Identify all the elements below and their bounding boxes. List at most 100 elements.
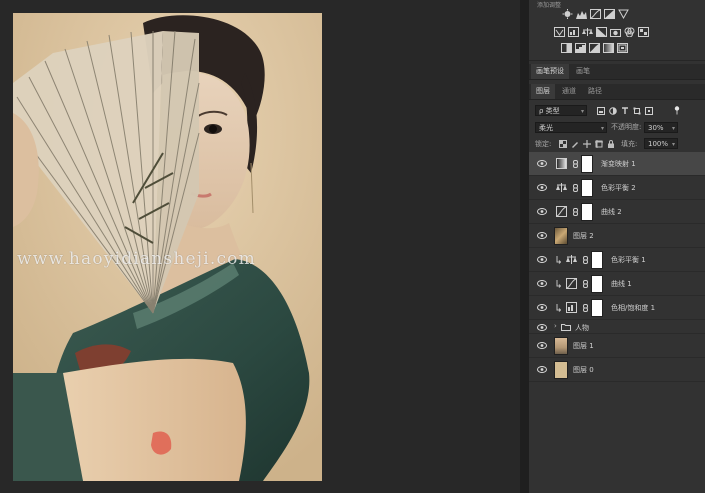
blend-row: 柔光 ▾ 不透明度: 30% ▾ xyxy=(529,121,705,135)
filter-pixel-icon[interactable] xyxy=(597,107,605,115)
opacity-label: 不透明度: xyxy=(611,123,642,131)
link-icon[interactable] xyxy=(583,304,588,312)
posterize-icon[interactable] xyxy=(575,43,586,53)
eye-icon[interactable] xyxy=(537,324,547,331)
adjustments-title: 添加调整 xyxy=(537,2,562,9)
opacity-input[interactable]: 30% ▾ xyxy=(644,122,678,133)
adjustments-row-1 xyxy=(529,9,705,23)
watermark-text: www.haoyidiansheji.com xyxy=(17,249,256,269)
blend-mode-select[interactable]: 柔光 ▾ xyxy=(535,122,607,133)
layer-mask-thumbnail[interactable] xyxy=(581,203,593,221)
chevron-down-icon: ▾ xyxy=(671,125,675,132)
layer-group-row[interactable]: › 人物 xyxy=(529,320,705,334)
layer-mask-thumbnail[interactable] xyxy=(591,299,603,317)
folder-icon xyxy=(561,324,571,331)
lock-artboard-icon[interactable] xyxy=(595,140,603,148)
clipping-arrow-icon xyxy=(556,280,561,288)
brightness-contrast-icon[interactable] xyxy=(562,9,573,19)
layers-tabbar: 图层 通道 路径 xyxy=(529,84,705,100)
layer-row-color-balance-1[interactable]: 色彩平衡 1 xyxy=(529,248,705,272)
layer-mask-thumbnail[interactable] xyxy=(591,275,603,293)
lock-all-icon[interactable] xyxy=(607,140,615,148)
canvas-area[interactable]: www.haoyidiansheji.com xyxy=(0,0,520,493)
lock-label: 锁定: xyxy=(535,140,552,148)
eye-icon[interactable] xyxy=(537,160,547,167)
eye-icon[interactable] xyxy=(537,304,547,311)
link-icon[interactable] xyxy=(573,160,578,168)
layer-mask-thumbnail[interactable] xyxy=(581,155,593,173)
panel-separator xyxy=(529,60,705,61)
layer-row-layer-1[interactable]: 图层 1 xyxy=(529,334,705,358)
triangle-down-icon[interactable] xyxy=(618,9,629,19)
layer-filter-select[interactable]: ρ 类型 ▾ xyxy=(535,105,587,116)
layer-thumbnail[interactable] xyxy=(554,361,568,379)
layer-row-curves-1[interactable]: 曲线 1 xyxy=(529,272,705,296)
panel-divider[interactable] xyxy=(520,0,529,493)
fill-value: 100% xyxy=(648,140,669,148)
exposure-icon[interactable] xyxy=(604,9,615,19)
layer-row-layer-0[interactable]: 图层 0 xyxy=(529,358,705,382)
eye-icon[interactable] xyxy=(537,366,547,373)
eye-icon[interactable] xyxy=(537,184,547,191)
filter-shape-icon[interactable] xyxy=(633,107,641,115)
layer-mask-thumbnail[interactable] xyxy=(591,251,603,269)
layer-thumbnail[interactable] xyxy=(554,227,568,245)
black-white-icon[interactable] xyxy=(596,27,607,37)
layer-row-hue-saturation-1[interactable]: 色相/饱和度 1 xyxy=(529,296,705,320)
levels-icon[interactable] xyxy=(576,9,587,19)
fill-input[interactable]: 100% ▾ xyxy=(644,138,678,149)
layers-empty-area[interactable] xyxy=(529,382,705,493)
layers-list: 渐变映射 1 色彩平衡 2 曲线 2 图层 2 色彩平衡 1 曲线 1 色相/饱… xyxy=(529,152,705,382)
filter-toggle-icon[interactable] xyxy=(673,106,680,115)
layer-row-color-balance-2[interactable]: 色彩平衡 2 xyxy=(529,176,705,200)
threshold-icon[interactable] xyxy=(589,43,600,53)
link-icon[interactable] xyxy=(573,184,578,192)
tab-brush[interactable]: 画笔 xyxy=(571,64,595,79)
eye-icon[interactable] xyxy=(537,342,547,349)
eye-icon[interactable] xyxy=(537,256,547,263)
channel-mixer-icon[interactable] xyxy=(624,27,635,37)
gradient-map-adjustment-icon xyxy=(556,158,567,169)
filter-adjustment-icon[interactable] xyxy=(609,107,617,115)
eye-icon[interactable] xyxy=(537,280,547,287)
layer-name: 色彩平衡 2 xyxy=(601,184,636,192)
layer-row-curves-2[interactable]: 曲线 2 xyxy=(529,200,705,224)
layer-name: 图层 0 xyxy=(573,366,594,374)
document-image[interactable]: www.haoyidiansheji.com xyxy=(13,13,322,481)
color-balance-adjustment-icon xyxy=(556,183,567,192)
color-balance-icon[interactable] xyxy=(582,27,593,37)
photo-filter-icon[interactable] xyxy=(610,27,621,37)
tab-layers[interactable]: 图层 xyxy=(531,84,555,99)
brush-tabbar: 画笔预设 画笔 xyxy=(529,64,705,80)
lock-position-icon[interactable] xyxy=(583,140,591,148)
lock-pixels-icon[interactable] xyxy=(571,140,579,148)
tab-brush-presets[interactable]: 画笔预设 xyxy=(531,64,569,79)
vibrance-icon[interactable] xyxy=(554,27,565,37)
layer-row-layer-2[interactable]: 图层 2 xyxy=(529,224,705,248)
eye-icon[interactable] xyxy=(537,208,547,215)
color-lookup-icon[interactable] xyxy=(638,27,649,37)
filter-smart-object-icon[interactable] xyxy=(645,107,653,115)
gradient-map-icon[interactable] xyxy=(603,43,614,53)
curves-icon[interactable] xyxy=(590,9,601,19)
tab-channels[interactable]: 通道 xyxy=(557,84,581,99)
chevron-right-icon[interactable]: › xyxy=(554,322,557,330)
link-icon[interactable] xyxy=(573,208,578,216)
eye-icon[interactable] xyxy=(537,232,547,239)
invert-icon[interactable] xyxy=(561,43,572,53)
layer-row-gradient-map-1[interactable]: 渐变映射 1 xyxy=(529,152,705,176)
link-icon[interactable] xyxy=(583,280,588,288)
layer-mask-thumbnail[interactable] xyxy=(581,179,593,197)
lock-transparency-icon[interactable] xyxy=(559,140,567,148)
layer-thumbnail[interactable] xyxy=(554,337,568,355)
chevron-down-icon: ▾ xyxy=(671,141,675,148)
tab-paths[interactable]: 路径 xyxy=(583,84,607,99)
filter-type-icon[interactable] xyxy=(621,107,628,114)
curves-adjustment-icon xyxy=(566,278,577,289)
fill-label: 填充: xyxy=(621,140,638,148)
selective-color-icon[interactable] xyxy=(617,43,628,53)
link-icon[interactable] xyxy=(583,256,588,264)
layer-filter-row: ρ 类型 ▾ xyxy=(529,102,705,119)
hue-saturation-icon[interactable] xyxy=(568,27,579,37)
layer-name: 图层 1 xyxy=(573,342,594,350)
